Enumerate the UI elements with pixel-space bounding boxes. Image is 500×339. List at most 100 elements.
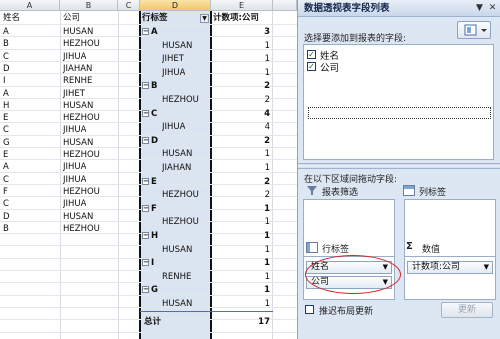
pivot-group-label[interactable]: − H [142,230,158,243]
pivot-total-count[interactable]: 17 [213,316,270,329]
source-header-company[interactable]: 公司 [63,12,80,25]
source-cell-name[interactable]: C [3,174,9,187]
pivot-count-cell[interactable]: 3 [213,26,270,39]
collapse-icon[interactable]: − [142,82,149,90]
source-cell-name[interactable]: C [3,198,9,211]
pivot-count-cell[interactable]: 1 [213,284,270,297]
pivot-count-cell[interactable]: 2 [213,135,270,148]
pivot-count-cell[interactable]: 2 [213,189,270,202]
pivot-item-label[interactable]: HUSAN [162,40,192,53]
pivot-count-cell[interactable]: 2 [213,176,270,189]
source-cell-name[interactable]: F [3,186,8,199]
pivot-group-label[interactable]: − I [142,257,154,270]
source-cell-name[interactable]: I [3,75,6,88]
collapse-icon[interactable]: − [142,28,149,35]
pivot-count-cell[interactable]: 1 [213,67,270,80]
source-cell-company[interactable]: HEZHOU [63,223,100,236]
spreadsheet-grid[interactable]: A B C D E 姓名 公司 A HUSAN B HEZHOU C JIHUA D JIAH… [0,0,297,339]
field-checkbox-name[interactable]: ✓ [307,50,316,59]
source-cell-company[interactable]: JIHUA [63,198,86,211]
pivot-group-label[interactable]: − G [142,284,158,297]
pivot-count-cell[interactable]: 2 [213,94,270,107]
pivot-item-label[interactable]: RENHE [162,271,191,284]
pivot-count-cell[interactable]: 1 [213,203,270,216]
pivot-count-cell[interactable]: 1 [213,40,270,53]
source-cell-company[interactable]: JIHUA [63,174,86,187]
column-header-d[interactable]: D [140,0,211,11]
source-cell-company[interactable]: RENHE [63,75,92,88]
collapse-icon[interactable]: − [142,232,149,239]
source-cell-name[interactable]: A [3,161,9,174]
pivot-item-label[interactable]: JIHUA [162,121,185,134]
pivot-count-cell[interactable]: 1 [213,162,270,175]
pivot-group-label[interactable]: − E [142,176,157,189]
source-cell-company[interactable]: JIAHAN [63,63,92,76]
pivot-count-cell[interactable]: 2 [213,80,270,93]
pivot-item-label[interactable]: HUSAN [162,244,192,257]
close-icon[interactable]: ✕ [487,3,498,14]
pivot-item-label[interactable]: HEZHOU [162,216,199,229]
source-cell-name[interactable]: E [3,112,8,125]
source-cell-name[interactable]: C [3,51,9,64]
pivot-item-label[interactable]: HUSAN [162,148,192,161]
pivot-item-label[interactable]: HUSAN [162,298,192,311]
pivot-count-cell[interactable]: 1 [213,298,270,311]
pivot-group-label[interactable]: − C [142,108,157,121]
source-cell-company[interactable]: HUSAN [63,211,93,224]
collapse-icon[interactable]: − [142,204,149,212]
field-checkbox-company[interactable]: ✓ [307,62,316,71]
source-cell-company[interactable]: HUSAN [63,26,93,39]
source-cell-name[interactable]: D [3,211,10,224]
pivot-count-cell[interactable]: 1 [213,271,270,284]
source-cell-name[interactable]: A [3,26,9,39]
pane-menu-arrow-icon[interactable]: ▼ [474,3,485,14]
dropdown-arrow-icon[interactable]: ▼ [484,262,489,273]
pivot-count-cell[interactable]: 1 [213,53,270,66]
pivot-group-label[interactable]: − B [142,80,157,93]
column-header-c[interactable]: C [118,0,140,11]
pivot-total-label[interactable]: 总计 [144,316,161,329]
pivot-group-label[interactable]: − A [142,26,158,39]
source-cell-company[interactable]: JIHUA [63,51,86,64]
pivot-row-label-header[interactable]: 行标签 [142,12,168,25]
source-cell-company[interactable]: JIHET [63,88,85,101]
filter-dropdown-icon[interactable]: ▼ [200,14,209,23]
pivot-count-cell[interactable]: 1 [213,148,270,161]
pivot-count-cell[interactable]: 1 [213,244,270,257]
source-cell-name[interactable]: B [3,223,9,236]
column-header-f[interactable] [273,0,297,11]
values-area[interactable]: 计数项:公司 ▼ [404,256,496,300]
pivot-count-cell[interactable]: 1 [213,216,270,229]
pivot-group-label[interactable]: − D [142,135,158,148]
update-button[interactable]: 更新 [441,302,493,318]
collapse-icon[interactable]: − [142,286,149,294]
column-header-b[interactable]: B [60,0,118,11]
pivot-count-cell[interactable]: 1 [213,257,270,270]
field-company-label[interactable]: 公司 [320,60,339,74]
source-cell-company[interactable]: HEZHOU [63,112,100,125]
source-cell-company[interactable]: JIHUA [63,124,86,137]
pivot-item-label[interactable]: HEZHOU [162,189,199,202]
pivot-item-label[interactable]: JIHET [162,53,184,66]
source-cell-company[interactable]: JIHUA [63,161,86,174]
column-labels-area[interactable] [404,199,496,261]
collapse-icon[interactable]: − [142,259,149,267]
pivot-item-label[interactable]: JIHUA [162,67,185,80]
pivot-count-header[interactable]: 计数项:公司 [213,12,259,25]
source-cell-name[interactable]: H [3,100,9,113]
source-cell-name[interactable]: A [3,88,9,101]
source-cell-name[interactable]: C [3,124,9,137]
column-header-a[interactable]: A [0,0,60,11]
source-cell-company[interactable]: HEZHOU [63,186,100,199]
source-cell-name[interactable]: B [3,38,9,51]
collapse-icon[interactable]: − [142,136,149,144]
collapse-icon[interactable]: − [142,177,149,185]
source-cell-name[interactable]: D [3,63,10,76]
source-cell-company[interactable]: HUSAN [63,100,93,113]
pivot-count-cell[interactable]: 4 [213,108,270,121]
source-header-name[interactable]: 姓名 [3,12,20,25]
pivot-item-label[interactable]: HEZHOU [162,94,199,107]
collapse-icon[interactable]: − [142,109,149,117]
source-cell-name[interactable]: E [3,149,8,162]
value-field-item-count[interactable]: 计数项:公司 ▼ [407,261,493,274]
